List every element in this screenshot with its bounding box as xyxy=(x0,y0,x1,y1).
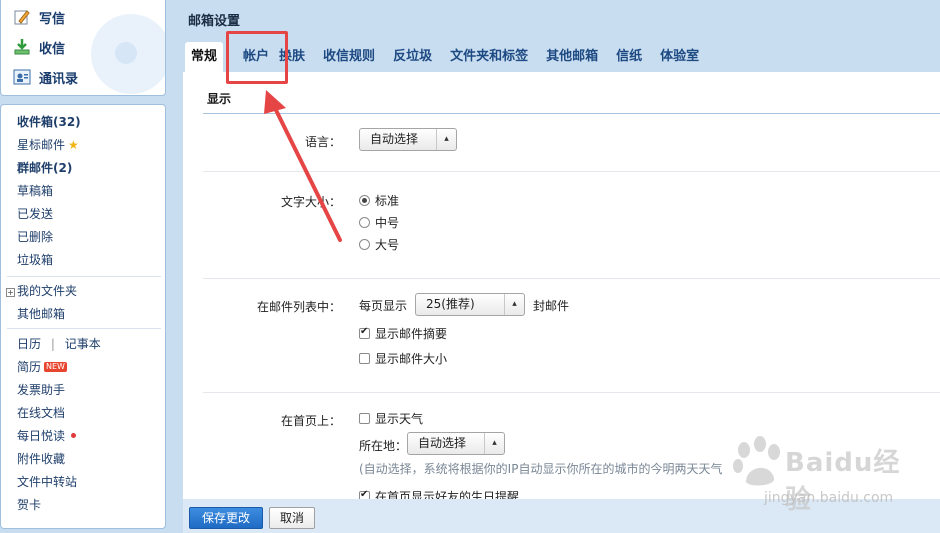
baidu-paw-logo-icon xyxy=(733,436,780,486)
watermark-url: jingyan.baidu.com xyxy=(764,490,894,506)
baidu-watermark: Baidu经验 jingyan.baidu.com xyxy=(720,430,920,515)
